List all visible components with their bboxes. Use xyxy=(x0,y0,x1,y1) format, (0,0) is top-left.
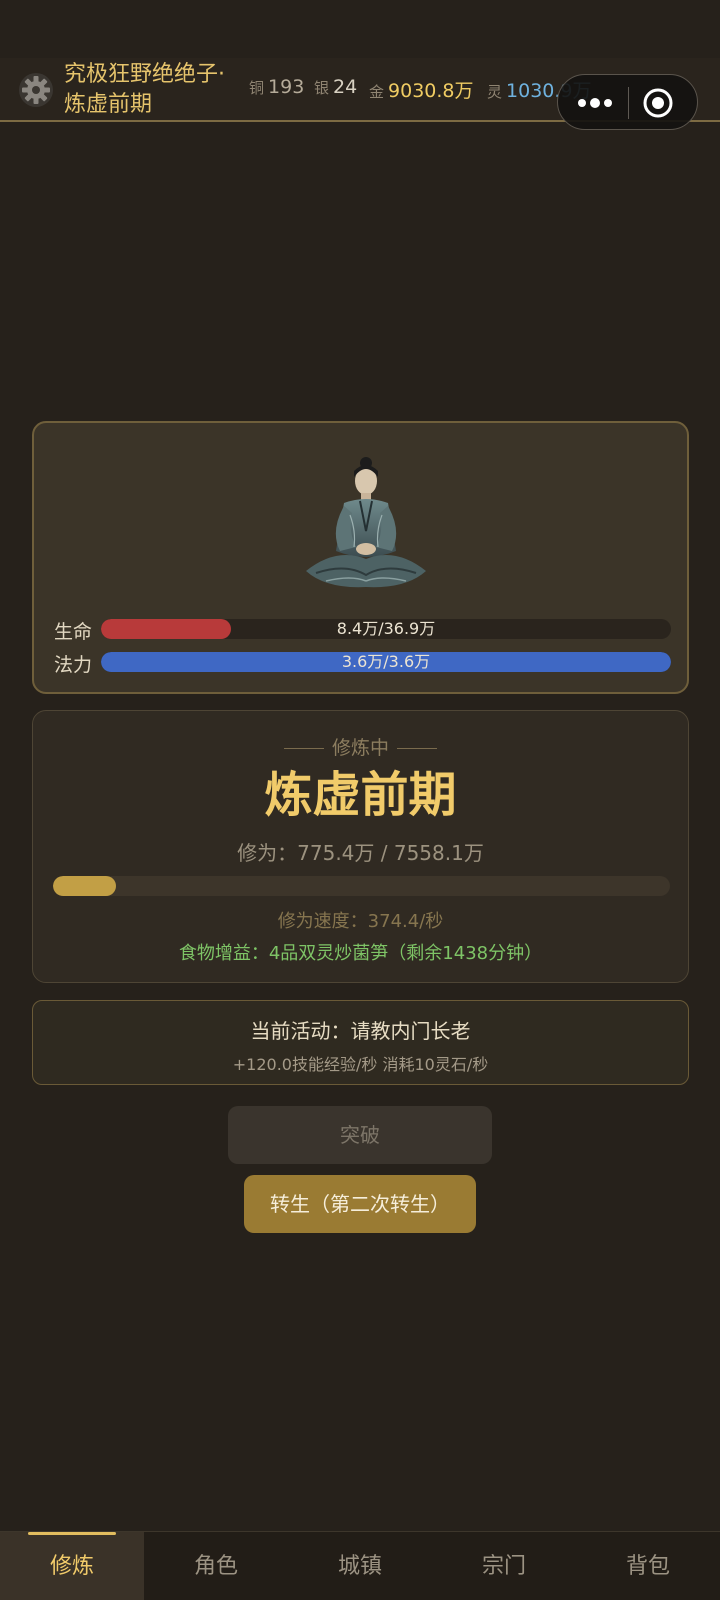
currency-gold: 金 9030.8万 xyxy=(369,76,474,103)
mp-label: 法力 xyxy=(54,654,93,676)
tab-character-label: 角色 xyxy=(193,1554,238,1579)
copper-label: 铜 xyxy=(249,79,265,97)
activity-card[interactable]: 当前活动：请教内门长老 +120.0技能经验/秒 消耗10灵石/秒 xyxy=(32,1000,689,1085)
activity-detail: +120.0技能经验/秒 消耗10灵石/秒 xyxy=(232,1055,489,1074)
tab-sect-label: 宗门 xyxy=(481,1554,526,1579)
spirit-label: 灵 xyxy=(487,83,503,101)
character-card: 生命 8.4万/36.9万 法力 3.6万/3.6万 xyxy=(32,421,689,694)
mp-value: 3.6万/3.6万 xyxy=(341,652,431,671)
tab-character[interactable]: 角色 xyxy=(144,1532,288,1600)
cultivation-status-text: 修炼中 xyxy=(331,737,389,759)
gold-value: 9030.8万 xyxy=(388,80,474,102)
rebirth-button[interactable]: 转生（第二次转生） xyxy=(244,1175,476,1233)
silver-value: 24 xyxy=(333,76,358,98)
target-circle-icon[interactable] xyxy=(642,87,674,119)
copper-value: 193 xyxy=(268,76,305,98)
player-realm: 炼虚前期 xyxy=(64,92,153,117)
cultivation-speed: 修为速度：374.4/秒 xyxy=(277,911,444,932)
gear-icon[interactable] xyxy=(18,72,54,108)
breakthrough-button[interactable]: 突破 xyxy=(228,1106,492,1164)
capsule-divider xyxy=(628,87,629,119)
tab-sect[interactable]: 宗门 xyxy=(432,1532,576,1600)
gold-label: 金 xyxy=(369,83,385,101)
currency-copper: 铜 193 xyxy=(249,76,304,98)
cultivation-card: 修炼中 炼虚前期 修为：775.4万 / 7558.1万 修为速度：374.4/… xyxy=(32,710,689,983)
cultivation-progress-text: 修为：775.4万 / 7558.1万 xyxy=(237,841,484,865)
status-dash-left xyxy=(283,748,324,749)
activity-title: 当前活动：请教内门长老 xyxy=(250,1019,471,1043)
realm-title: 炼虚前期 xyxy=(264,767,457,823)
player-title: 究极狂野绝绝子· 炼虚前期 xyxy=(64,60,254,120)
food-bonus: 食物增益：4品双灵炒菌笋（剩余1438分钟） xyxy=(178,943,543,964)
mp-row: 法力 3.6万/3.6万 xyxy=(54,652,671,676)
cultivation-progress-bar xyxy=(53,876,670,896)
status-dash-right xyxy=(397,748,437,749)
tab-bag-label: 背包 xyxy=(625,1554,670,1579)
currency-silver: 银 24 xyxy=(314,76,357,98)
bottom-nav: 修炼 角色 城镇 宗门 背包 xyxy=(0,1531,720,1600)
tab-town-label: 城镇 xyxy=(337,1554,382,1579)
app-root: 究极狂野绝绝子· 炼虚前期 铜 193 银 24 金 9030.8万 灵 1030.9万 xyxy=(0,0,720,1600)
hp-bar: 8.4万/36.9万 xyxy=(101,619,671,639)
tab-active-indicator xyxy=(28,1532,116,1535)
hp-value: 8.4万/36.9万 xyxy=(336,619,436,638)
cultivation-status: 修炼中 xyxy=(33,733,688,760)
tab-cultivate-label: 修炼 xyxy=(49,1554,94,1579)
meditating-cultivator-portrait xyxy=(296,451,436,601)
more-dots-icon[interactable] xyxy=(574,89,616,117)
miniprogram-capsule xyxy=(557,74,698,130)
tab-bag[interactable]: 背包 xyxy=(576,1532,720,1600)
tab-cultivate[interactable]: 修炼 xyxy=(0,1532,144,1600)
tab-town[interactable]: 城镇 xyxy=(288,1532,432,1600)
hp-row: 生命 8.4万/36.9万 xyxy=(54,619,671,643)
hp-label: 生命 xyxy=(54,621,93,643)
cultivation-progress-fill xyxy=(53,876,117,896)
mp-bar: 3.6万/3.6万 xyxy=(101,652,671,672)
player-name: 究极狂野绝绝子· xyxy=(64,62,225,87)
silver-label: 银 xyxy=(314,79,330,97)
